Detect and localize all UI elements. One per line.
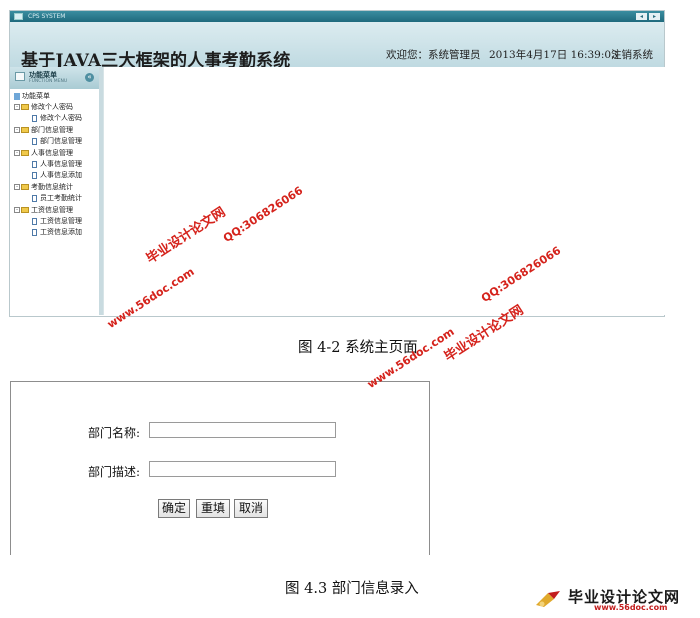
document-icon	[32, 194, 37, 202]
collapse-toggle-icon[interactable]: -	[14, 207, 20, 213]
dept-desc-input[interactable]	[149, 461, 336, 477]
tree-item[interactable]: 工资信息添加	[32, 227, 82, 238]
next-arrow-icon[interactable]: ▸	[649, 13, 660, 20]
brand-url: www.56doc.com	[594, 603, 668, 612]
tree-group-label: 工资信息管理	[31, 206, 73, 214]
tree-item-label: 修改个人密码	[40, 114, 82, 122]
document-icon	[32, 137, 37, 145]
folder-icon	[21, 150, 29, 156]
collapse-icon[interactable]: «	[85, 73, 94, 82]
datetime-text: 2013年4月17日 16:39:03	[489, 49, 618, 61]
computer-icon	[14, 92, 20, 100]
tree-group[interactable]: - 部门信息管理	[14, 125, 73, 136]
tree-item[interactable]: 工资信息管理	[32, 216, 82, 227]
tree-item-label: 部门信息管理	[40, 137, 82, 145]
document-icon	[32, 228, 37, 236]
tree-group-label: 修改个人密码	[31, 103, 73, 111]
window-title: CPS SYSTEM	[28, 13, 66, 20]
brand-logo: 毕业设计论文网 www.56doc.com	[534, 586, 694, 612]
folder-icon	[21, 104, 29, 110]
main-page-screenshot: CPS SYSTEM ◂ ▸ 基于JAVA三大框架的人事考勤系统 欢迎您：系统管…	[9, 10, 665, 317]
tree-root[interactable]: 功能菜单	[14, 91, 50, 102]
tree-group-label: 部门信息管理	[31, 126, 73, 134]
cancel-button[interactable]: 取消	[234, 499, 268, 518]
tree-item-label: 工资信息管理	[40, 217, 82, 225]
tree-item[interactable]: 修改个人密码	[32, 113, 82, 124]
window-titlebar: CPS SYSTEM ◂ ▸	[10, 11, 664, 22]
tree-item-label: 人事信息添加	[40, 171, 82, 179]
tree-item-label: 人事信息管理	[40, 160, 82, 168]
tree-item[interactable]: 人事信息添加	[32, 170, 82, 181]
window-icon	[14, 13, 23, 20]
document-icon	[32, 171, 37, 179]
dept-desc-label: 部门描述:	[88, 465, 141, 479]
menu-icon	[15, 72, 25, 81]
brand-logo-icon	[536, 591, 560, 607]
department-entry-form: 部门名称: 部门描述: 确定 重填 取消	[10, 381, 430, 555]
dept-name-label: 部门名称:	[88, 426, 141, 440]
tree-item[interactable]: 部门信息管理	[32, 136, 82, 147]
figure-caption: 图 4.3 部门信息录入	[285, 581, 419, 597]
document-icon	[32, 160, 37, 168]
confirm-button[interactable]: 确定	[158, 499, 190, 518]
folder-icon	[21, 184, 29, 190]
tree-item-label: 工资信息添加	[40, 228, 82, 236]
sidebar: 功能菜单 FUNCTION MENU « 功能菜单 - 修改个人密码 修改个人密码…	[10, 67, 103, 315]
tree-root-label: 功能菜单	[22, 92, 50, 100]
collapse-toggle-icon[interactable]: -	[14, 104, 20, 110]
tree-item[interactable]: 人事信息管理	[32, 159, 82, 170]
tree-item-label: 员工考勤统计	[40, 194, 82, 202]
welcome-text: 欢迎您：系统管理员	[386, 49, 481, 61]
prev-arrow-icon[interactable]: ◂	[636, 13, 647, 20]
collapse-toggle-icon[interactable]: -	[14, 184, 20, 190]
reset-button[interactable]: 重填	[196, 499, 230, 518]
tree-item[interactable]: 员工考勤统计	[32, 193, 82, 204]
tree-group[interactable]: - 修改个人密码	[14, 102, 73, 113]
document-icon	[32, 114, 37, 122]
tree-group[interactable]: - 人事信息管理	[14, 148, 73, 159]
tree-group[interactable]: - 考勤信息统计	[14, 182, 73, 193]
document-icon	[32, 217, 37, 225]
figure-caption: 图 4-2 系统主页面	[298, 340, 418, 356]
tree-group-label: 考勤信息统计	[31, 183, 73, 191]
tree-group[interactable]: - 工资信息管理	[14, 205, 73, 216]
dept-name-input[interactable]	[149, 422, 336, 438]
sidebar-subtitle: FUNCTION MENU	[29, 79, 68, 84]
collapse-toggle-icon[interactable]: -	[14, 127, 20, 133]
tree-group-label: 人事信息管理	[31, 149, 73, 157]
sidebar-header: 功能菜单 FUNCTION MENU «	[10, 67, 99, 89]
folder-icon	[21, 127, 29, 133]
logout-link[interactable]: 注销系统	[611, 47, 653, 62]
folder-icon	[21, 207, 29, 213]
collapse-toggle-icon[interactable]: -	[14, 150, 20, 156]
